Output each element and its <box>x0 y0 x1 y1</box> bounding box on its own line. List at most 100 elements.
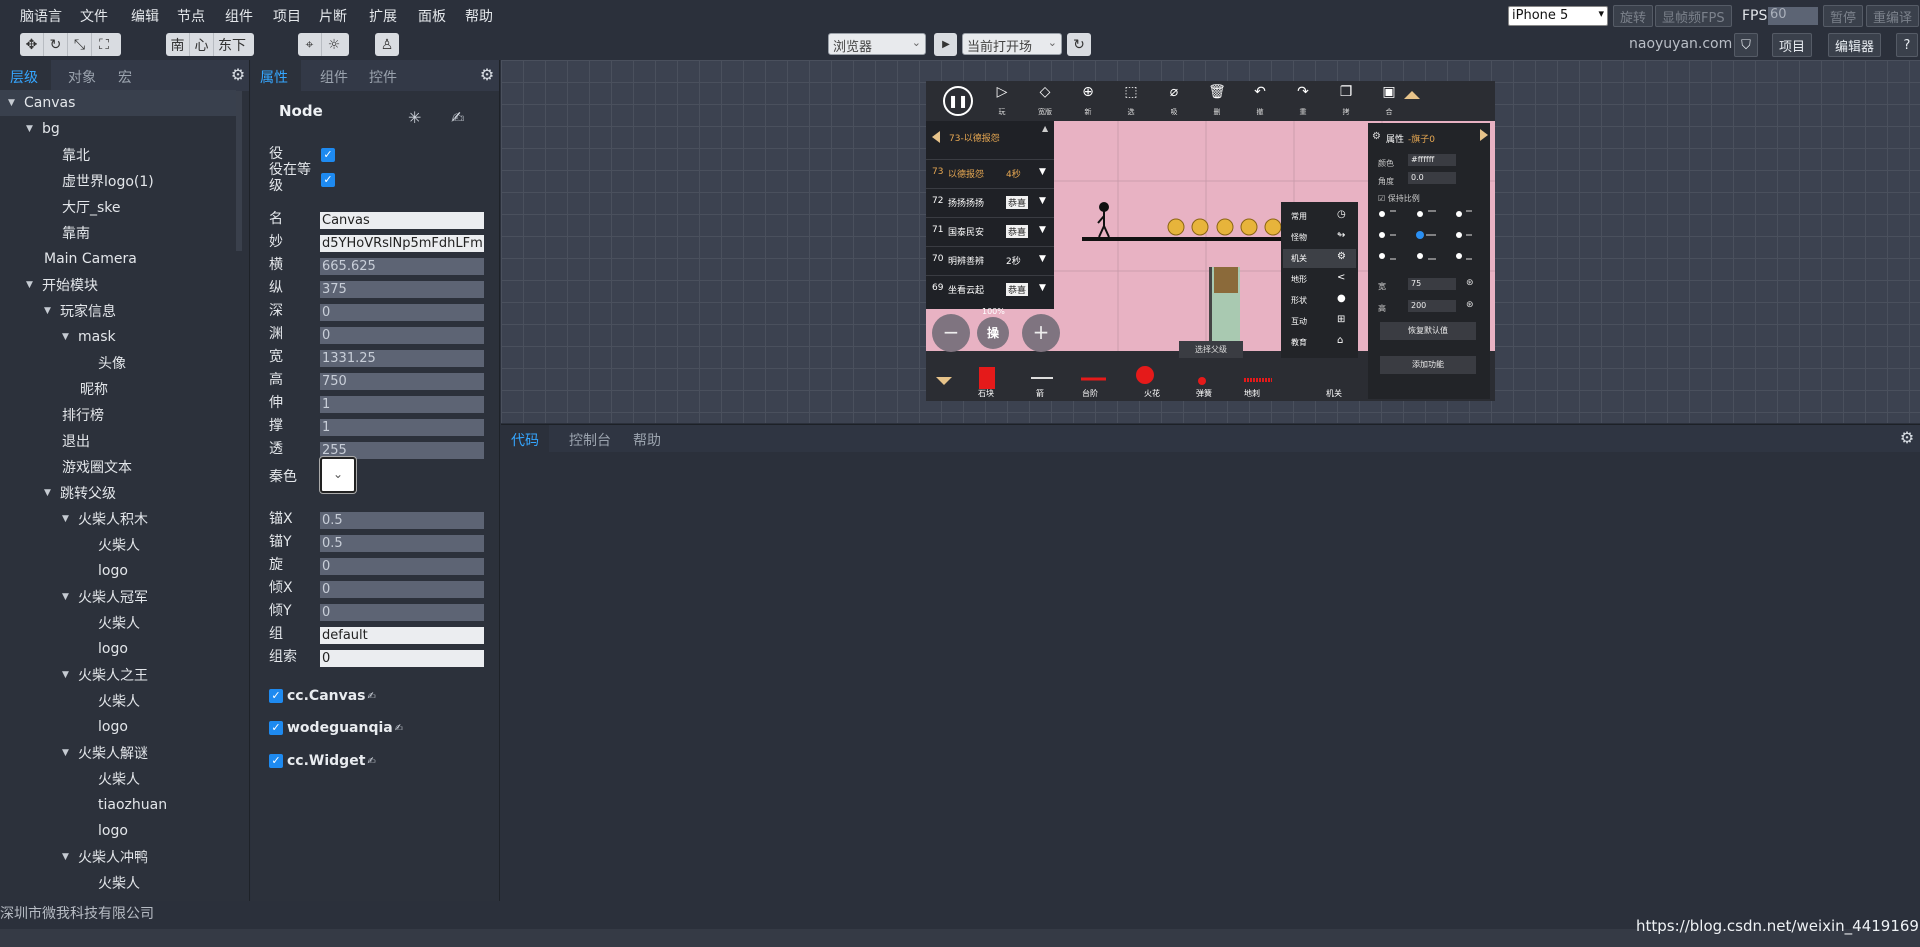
component-row[interactable]: ✓ cc.Widget ✍ <box>269 753 376 769</box>
anchor-grid[interactable] <box>1374 207 1484 267</box>
zoom-in-button[interactable]: + <box>1022 314 1060 352</box>
edit-icon[interactable]: ✍ <box>395 723 403 734</box>
align-south-button[interactable]: 南 <box>166 33 190 56</box>
palette-item-label[interactable]: 台阶 <box>1082 388 1098 399</box>
level-row[interactable]: 71 国泰民安 恭喜 ▼ <box>926 217 1054 243</box>
tree-item[interactable]: 昵称 <box>0 376 236 402</box>
menu-item[interactable]: 项目 <box>273 6 301 26</box>
zoom-mode-button[interactable]: 操 <box>977 317 1009 349</box>
prop-input[interactable]: 1 <box>320 396 484 413</box>
edit-icon[interactable]: ✍ <box>367 756 375 767</box>
prop-input[interactable]: 665.625 <box>320 258 484 275</box>
caret-down-icon[interactable]: ▼ <box>62 514 72 524</box>
restore-default-button[interactable]: 恢复默认值 <box>1380 322 1476 340</box>
prop-input[interactable]: 1331.25 <box>320 350 484 367</box>
dropdown-icon[interactable]: ▼ <box>1039 254 1046 264</box>
component-checkbox[interactable]: ✓ <box>269 721 283 735</box>
attach-icon[interactable]: ⌀ <box>1163 84 1185 100</box>
rotate-icon[interactable]: ↻ <box>44 33 68 56</box>
prev-icon[interactable] <box>932 131 940 143</box>
tree-item[interactable]: 靠南 <box>0 220 236 246</box>
tab-code[interactable]: 代码 <box>511 430 539 450</box>
tree-item[interactable]: ▼ Canvas <box>0 90 236 116</box>
category-item[interactable]: 形状 ● <box>1283 291 1356 310</box>
palette-item-label[interactable]: 地刺 <box>1244 388 1260 399</box>
prop-input[interactable]: 0 <box>320 304 484 321</box>
align-center-button[interactable]: 心 <box>190 33 214 56</box>
category-item[interactable]: 地形 < <box>1283 270 1356 289</box>
dropdown-icon[interactable]: ▼ <box>1039 167 1046 177</box>
category-item[interactable]: 互动 ⊞ <box>1283 312 1356 331</box>
level-row[interactable]: 72 扬扬扬扬 恭喜 ▼ <box>926 188 1054 214</box>
tree-item[interactable]: 排行榜 <box>0 402 236 428</box>
component-row[interactable]: ✓ wodeguanqia ✍ <box>269 720 403 736</box>
prop-input[interactable]: 0 <box>320 650 484 667</box>
caret-down-icon[interactable]: ▼ <box>62 748 72 758</box>
scene-select[interactable]: 当前打开场 ⌄ <box>962 33 1062 55</box>
menu-item[interactable]: 文件 <box>80 6 108 26</box>
menu-item[interactable]: 扩展 <box>369 6 397 26</box>
redo-icon[interactable]: ↷ <box>1292 84 1314 100</box>
tab-properties[interactable]: 属性 <box>260 67 288 87</box>
caret-down-icon[interactable]: ▼ <box>8 98 18 108</box>
trash-icon[interactable]: 🗑 <box>1206 84 1228 100</box>
tree-item[interactable]: 火柴人 <box>0 766 236 792</box>
prop-input[interactable]: d5YHoVRslNp5mFdhLFm <box>320 235 484 252</box>
select-icon[interactable]: ⬚ <box>1120 84 1142 100</box>
tree-item[interactable]: ▼ 火柴人解谜 <box>0 740 236 766</box>
category-item[interactable]: 教育 ⌂ <box>1283 333 1356 352</box>
tree-item[interactable]: ▼ 火柴人冠军 <box>0 584 236 610</box>
game-preview[interactable]: ❚❚ ▷ 玩 ◇ 宽版 ⊕ 新 ⬚ 选 ⌀ 吸 🗑 删 ↶ 撤 ↷ 重 ❐ 拷 ▣ 合 73-以德报怨 ▲ 73 以德报… <box>926 81 1495 401</box>
tree-item[interactable]: ▼ 火柴人之王 <box>0 662 236 688</box>
undo-icon[interactable]: ↶ <box>1249 84 1271 100</box>
location-pin-icon[interactable]: ⌖ <box>298 33 322 56</box>
tree-item[interactable]: ▼ 火柴人积木 <box>0 506 236 532</box>
scrollbar[interactable] <box>236 91 242 251</box>
tree-item[interactable]: logo <box>0 636 236 662</box>
prop-input[interactable]: 0 <box>320 327 484 344</box>
category-item[interactable]: 机关 ⚙ <box>1283 249 1356 268</box>
zoom-out-button[interactable]: − <box>932 314 970 352</box>
caret-down-icon[interactable]: ▼ <box>44 488 54 498</box>
device-select[interactable]: iPhone 5 ▾ <box>1508 6 1608 26</box>
prop-input[interactable]: 0 <box>320 558 484 575</box>
menu-item[interactable]: 节点 <box>177 6 205 26</box>
tab-objects[interactable]: 对象 <box>68 67 96 87</box>
tree-item[interactable]: ▼ 玩家信息 <box>0 298 236 324</box>
pause-icon[interactable]: ❚❚ <box>943 86 973 116</box>
help-button[interactable]: ? <box>1896 33 1918 57</box>
dropdown-icon[interactable]: ▼ <box>1039 283 1046 293</box>
tree-item[interactable]: 火柴人 <box>0 870 236 896</box>
tree-item[interactable]: 靠北 <box>0 142 236 168</box>
play-icon[interactable]: ▷ <box>991 84 1013 100</box>
tree-item[interactable]: ▼ 开始模块 <box>0 272 236 298</box>
copy-icon[interactable]: ❐ <box>1335 84 1357 100</box>
prop-checkbox[interactable]: ✓ <box>321 148 335 162</box>
component-checkbox[interactable]: ✓ <box>269 689 283 703</box>
menu-item[interactable]: 编辑 <box>131 6 159 26</box>
collapse-down-icon[interactable] <box>936 377 952 385</box>
caret-down-icon[interactable]: ▼ <box>26 280 36 290</box>
tree-item[interactable]: 头像 <box>0 350 236 376</box>
angle-input[interactable]: 0.0 <box>1408 172 1456 184</box>
color-picker[interactable]: ⌄ <box>320 457 356 493</box>
scroll-up-icon[interactable]: ▲ <box>1042 124 1048 133</box>
preview-mode-select[interactable]: 浏览器 ⌄ <box>828 33 926 55</box>
tab-components[interactable]: 组件 <box>320 67 348 87</box>
tree-item[interactable]: 火柴人 <box>0 532 236 558</box>
tree-item[interactable]: tiaozhuan <box>0 792 236 818</box>
menu-item[interactable]: 组件 <box>225 6 253 26</box>
prop-input[interactable]: 0.5 <box>320 512 484 529</box>
rect-icon[interactable]: ⛶ <box>92 33 116 56</box>
prop-input[interactable]: 750 <box>320 373 484 390</box>
caret-down-icon[interactable]: ▼ <box>62 592 72 602</box>
tab-help[interactable]: 帮助 <box>633 430 661 450</box>
caret-down-icon[interactable]: ▼ <box>44 306 54 316</box>
level-row[interactable]: 69 坐看云起 恭喜 ▼ <box>926 275 1054 301</box>
palette-item-label[interactable]: 机关 <box>1326 388 1342 399</box>
color-input[interactable]: #ffffff <box>1408 154 1456 166</box>
next-icon[interactable] <box>1480 129 1488 141</box>
caret-down-icon[interactable]: ▼ <box>62 852 72 862</box>
tree-item[interactable]: 火柴人 <box>0 688 236 714</box>
caret-down-icon[interactable]: ▼ <box>62 332 72 342</box>
